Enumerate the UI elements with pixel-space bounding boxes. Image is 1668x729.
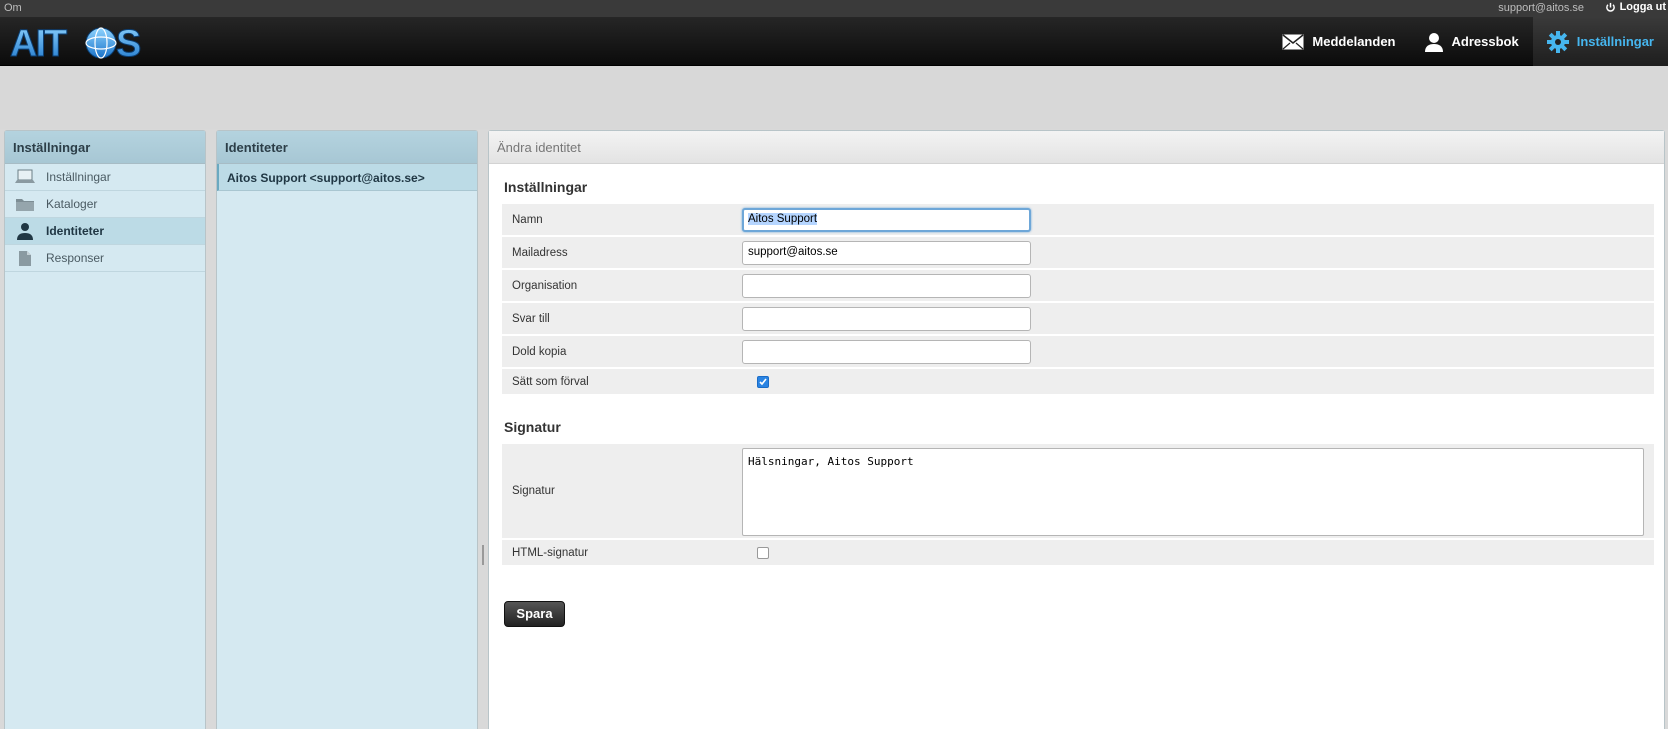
sidebar-item-folders[interactable]: Kataloger xyxy=(5,191,205,218)
about-link[interactable]: Om xyxy=(4,2,22,14)
logout-button[interactable]: Logga ut xyxy=(1605,1,1666,13)
bcc-label: Dold kopia xyxy=(512,346,567,358)
email-label: Mailadress xyxy=(512,247,568,259)
html-signature-label: HTML-signatur xyxy=(512,547,589,559)
name-input[interactable]: Aitos Support xyxy=(742,208,1031,232)
settings-sections-panel: Inställningar Inställningar Kataloger Id… xyxy=(4,130,206,729)
default-checkbox[interactable] xyxy=(757,376,769,388)
document-icon xyxy=(14,249,36,267)
identities-panel-title: Identiteter xyxy=(217,131,477,164)
identity-list-item[interactable]: Aitos Support <support@aitos.se> xyxy=(217,164,477,191)
panel-splitter[interactable] xyxy=(482,545,484,565)
app-header: AIT S Meddelanden Adressbok Inställninga… xyxy=(0,17,1668,66)
laptop-icon xyxy=(14,168,36,186)
organisation-label: Organisation xyxy=(512,280,578,292)
organisation-input[interactable] xyxy=(742,274,1031,298)
reply-to-label: Svar till xyxy=(512,313,550,325)
field-row-signature: Signatur Hälsningar, Aitos Support xyxy=(502,444,1654,539)
person-icon xyxy=(1424,32,1443,52)
field-row-html-signature: HTML-signatur xyxy=(502,540,1654,566)
sidebar-item-responses[interactable]: Responser xyxy=(5,245,205,272)
field-row-bcc: Dold kopia xyxy=(502,336,1654,368)
signature-label: Signatur xyxy=(512,485,555,497)
signature-textarea[interactable]: Hälsningar, Aitos Support xyxy=(742,448,1644,536)
reply-to-input[interactable] xyxy=(742,307,1031,331)
nav-messages-label: Meddelanden xyxy=(1312,34,1396,49)
nav-addressbook[interactable]: Adressbok xyxy=(1410,17,1533,66)
power-icon xyxy=(1605,2,1615,12)
logout-label: Logga ut xyxy=(1619,1,1666,13)
top-bar: Om support@aitos.se Logga ut xyxy=(0,0,1668,17)
email-input[interactable]: support@aitos.se xyxy=(742,241,1031,265)
field-row-reply-to: Svar till xyxy=(502,303,1654,335)
nav-settings-label: Inställningar xyxy=(1576,34,1654,49)
checkmark-icon xyxy=(759,378,767,386)
default-label: Sätt som förval xyxy=(512,376,589,388)
sidebar-item-label: Responser xyxy=(46,251,105,265)
settings-section-title: Inställningar xyxy=(504,179,588,195)
sidebar-item-identities[interactable]: Identiteter xyxy=(5,218,205,245)
nav-settings[interactable]: Inställningar xyxy=(1532,17,1668,66)
sidebar-item-label: Inställningar xyxy=(46,170,111,184)
nav-messages[interactable]: Meddelanden xyxy=(1268,17,1409,66)
identities-panel: Identiteter Aitos Support <support@aitos… xyxy=(216,130,478,729)
field-row-name: Namn Aitos Support xyxy=(502,204,1654,236)
edit-identity-panel: Ändra identitet Inställningar Namn Aitos… xyxy=(488,130,1665,729)
edit-panel-title: Ändra identitet xyxy=(489,131,1664,164)
sidebar-item-label: Kataloger xyxy=(46,197,98,211)
aitos-logo[interactable]: AIT S xyxy=(8,22,150,63)
svg-text:S: S xyxy=(116,23,141,62)
folder-icon xyxy=(14,195,36,213)
name-label: Namn xyxy=(512,214,543,226)
envelope-icon xyxy=(1282,33,1304,49)
sidebar-item-settings[interactable]: Inställningar xyxy=(5,164,205,191)
main-nav: Meddelanden Adressbok Inställningar xyxy=(1268,17,1668,66)
field-row-email: Mailadress support@aitos.se xyxy=(502,237,1654,269)
sidebar-item-label: Identiteter xyxy=(46,224,105,238)
save-button[interactable]: Spara xyxy=(504,601,565,627)
field-row-organisation: Organisation xyxy=(502,270,1654,302)
gear-icon xyxy=(1546,30,1569,53)
nav-addressbook-label: Adressbok xyxy=(1451,34,1519,49)
person-icon xyxy=(14,222,36,240)
settings-panel-title: Inställningar xyxy=(5,131,205,164)
bcc-input[interactable] xyxy=(742,340,1031,364)
field-row-default: Sätt som förval xyxy=(502,369,1654,395)
header-spacer xyxy=(0,66,1668,129)
html-signature-checkbox[interactable] xyxy=(757,547,769,559)
user-email: support@aitos.se xyxy=(1498,2,1584,14)
svg-text:AIT: AIT xyxy=(10,23,67,62)
signature-section-title: Signatur xyxy=(504,419,561,435)
